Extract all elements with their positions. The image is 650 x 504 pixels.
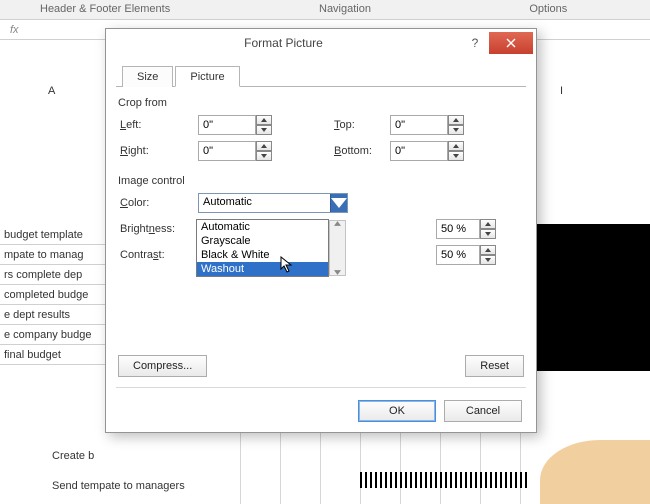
gantt-bar	[537, 224, 650, 371]
contrast-label: Contrast:	[120, 249, 198, 261]
bottom-field[interactable]	[390, 141, 448, 161]
close-button[interactable]	[489, 32, 533, 54]
table-row[interactable]: Create b	[52, 450, 94, 462]
bottom-label: Bottom:	[334, 145, 390, 157]
spin-down[interactable]	[448, 125, 464, 135]
ok-button[interactable]: OK	[358, 400, 436, 422]
contrast-input[interactable]	[436, 245, 496, 265]
spin-up[interactable]	[480, 219, 496, 229]
dialog-tabs: Size Picture	[116, 65, 526, 87]
spin-down[interactable]	[256, 125, 272, 135]
column-header-A[interactable]: A	[48, 85, 55, 97]
column-header-I[interactable]: I	[560, 85, 563, 97]
spin-up[interactable]	[480, 245, 496, 255]
image-control-label: Image control	[118, 175, 526, 187]
left-field[interactable]	[198, 115, 256, 135]
brightness-label: Brightness:	[120, 223, 198, 235]
left-input[interactable]	[198, 115, 278, 135]
right-label: Right:	[120, 145, 198, 157]
crop-from-label: Crop from	[118, 97, 526, 109]
brightness-input[interactable]	[436, 219, 496, 239]
right-field[interactable]	[198, 141, 256, 161]
contrast-field[interactable]	[436, 245, 480, 265]
spin-down[interactable]	[480, 229, 496, 239]
option-automatic[interactable]: Automatic	[197, 220, 328, 234]
ribbon-group-labels: Header & Footer Elements Navigation Opti…	[0, 0, 650, 20]
gantt-bar	[540, 440, 650, 504]
spin-up[interactable]	[448, 115, 464, 125]
bottom-input[interactable]	[390, 141, 470, 161]
spin-up[interactable]	[256, 141, 272, 151]
color-value: Automatic	[199, 194, 330, 212]
dialog-title: Format Picture	[106, 36, 461, 50]
chevron-down-icon	[334, 270, 341, 275]
option-grayscale[interactable]: Grayscale	[197, 234, 328, 248]
option-black-white[interactable]: Black & White	[197, 248, 328, 262]
color-label: Color:	[120, 197, 198, 209]
reset-button[interactable]: Reset	[465, 355, 524, 377]
spin-up[interactable]	[256, 115, 272, 125]
option-washout[interactable]: Washout	[197, 262, 328, 276]
left-label: Left:	[120, 119, 198, 131]
table-row[interactable]: Send tempate to managers	[52, 480, 185, 492]
compress-button[interactable]: Compress...	[118, 355, 207, 377]
ribbon-label: Options	[447, 0, 650, 19]
top-input[interactable]	[390, 115, 470, 135]
spin-up[interactable]	[448, 141, 464, 151]
fx-label: fx	[0, 24, 29, 36]
chevron-up-icon	[334, 221, 341, 226]
ribbon-label: Header & Footer Elements	[0, 0, 243, 19]
help-button[interactable]: ?	[461, 32, 489, 54]
brightness-field[interactable]	[436, 219, 480, 239]
close-icon	[506, 38, 516, 48]
chevron-down-icon[interactable]	[330, 194, 347, 212]
dropdown-scrollbar[interactable]	[329, 220, 346, 276]
gantt-bar	[360, 472, 530, 488]
tab-size[interactable]: Size	[122, 66, 173, 87]
cancel-button[interactable]: Cancel	[444, 400, 522, 422]
ribbon-label: Navigation	[243, 0, 446, 19]
tab-picture[interactable]: Picture	[175, 66, 239, 87]
top-label: Top:	[334, 119, 390, 131]
spin-down[interactable]	[256, 151, 272, 161]
separator	[116, 387, 526, 388]
spin-down[interactable]	[448, 151, 464, 161]
color-combo[interactable]: Automatic	[198, 193, 348, 213]
color-dropdown[interactable]: Automatic Grayscale Black & White Washou…	[196, 219, 329, 277]
dialog-titlebar[interactable]: Format Picture ?	[106, 29, 536, 57]
top-field[interactable]	[390, 115, 448, 135]
spin-down[interactable]	[480, 255, 496, 265]
right-input[interactable]	[198, 141, 278, 161]
